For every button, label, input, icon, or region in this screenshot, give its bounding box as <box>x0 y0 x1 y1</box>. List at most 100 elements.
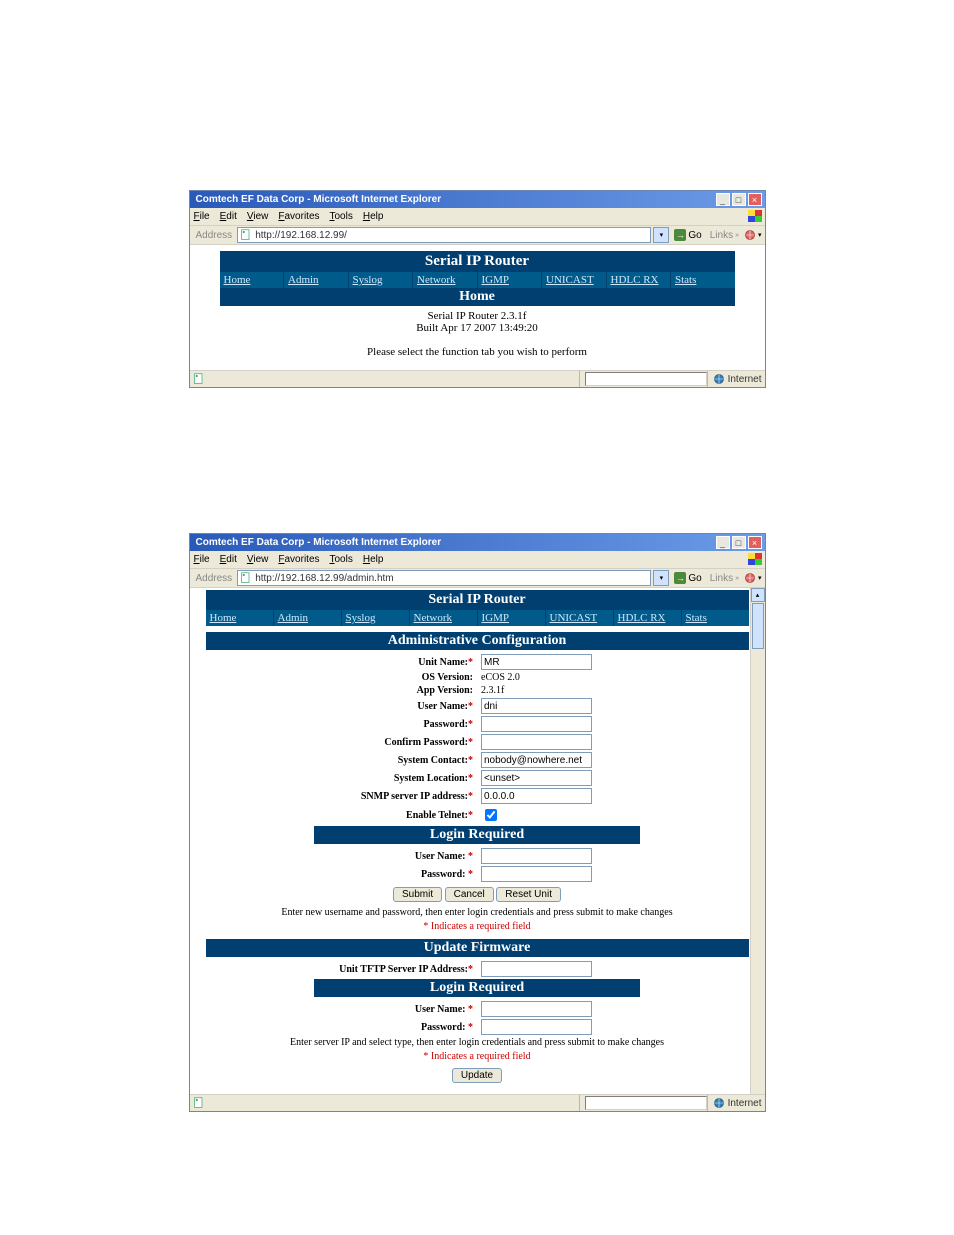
scroll-thumb[interactable] <box>752 603 764 649</box>
login-form-2: User Name: * Password: * Enter server IP… <box>206 997 749 1088</box>
login1-password-input[interactable] <box>481 866 592 882</box>
tab-stats[interactable]: Stats <box>682 610 749 626</box>
minimize-button[interactable]: _ <box>716 193 730 206</box>
close-button[interactable]: × <box>748 193 762 206</box>
menu-bar: File Edit View Favorites Tools Help <box>190 208 765 225</box>
menu-bar: File Edit View Favorites Tools Help <box>190 551 765 568</box>
system-contact-input[interactable] <box>481 752 592 768</box>
login1-user-input[interactable] <box>481 848 592 864</box>
menu-help[interactable]: Help <box>363 211 384 222</box>
menu-edit[interactable]: Edit <box>220 211 237 222</box>
zone-icon <box>713 373 725 385</box>
window-controls: _ □ × <box>716 193 762 206</box>
toolbar-overflow-icon[interactable]: ▾ <box>758 574 762 582</box>
tab-unicast[interactable]: UNICAST <box>546 610 614 626</box>
enable-telnet-checkbox[interactable] <box>485 809 497 821</box>
login2-user-input[interactable] <box>481 1001 592 1017</box>
browser-window-home: Comtech EF Data Corp - Microsoft Interne… <box>189 190 766 388</box>
cancel-button[interactable]: Cancel <box>445 887 494 902</box>
address-label: Address <box>193 230 236 241</box>
build-line: Built Apr 17 2007 13:49:20 <box>220 322 735 334</box>
menu-favorites[interactable]: Favorites <box>278 554 319 565</box>
go-arrow-icon: → <box>674 572 686 584</box>
tftp-ip-input[interactable] <box>481 961 592 977</box>
scroll-up-button[interactable]: ▴ <box>751 588 765 602</box>
firmware-form: Unit TFTP Server IP Address:* <box>206 957 749 979</box>
unit-name-input[interactable] <box>481 654 592 670</box>
page-icon <box>240 572 252 584</box>
tab-home[interactable]: Home <box>206 610 274 626</box>
user-name-label: User Name:* <box>206 701 474 712</box>
go-button[interactable]: → Go <box>671 229 704 241</box>
toolbar-globe-icon[interactable] <box>744 572 756 584</box>
password-label: Password:* <box>206 719 474 730</box>
toolbar-globe-icon[interactable] <box>744 229 756 241</box>
version-block: Serial IP Router 2.3.1f Built Apr 17 200… <box>220 306 735 362</box>
links-chevron-icon: » <box>735 575 739 582</box>
menu-file[interactable]: File <box>194 211 210 222</box>
menu-tools[interactable]: Tools <box>330 211 353 222</box>
update-button[interactable]: Update <box>452 1068 502 1083</box>
snmp-ip-input[interactable] <box>481 788 592 804</box>
address-field[interactable]: http://192.168.12.99/admin.htm <box>237 570 651 586</box>
vertical-scrollbar[interactable]: ▴ <box>750 588 765 1094</box>
address-field[interactable]: http://192.168.12.99/ <box>237 227 651 243</box>
tab-syslog[interactable]: Syslog <box>349 272 414 288</box>
app-version-label: App Version: <box>206 685 474 696</box>
section-title: Home <box>220 288 735 306</box>
reset-unit-button[interactable]: Reset Unit <box>496 887 561 902</box>
tab-igmp[interactable]: IGMP <box>478 610 546 626</box>
system-location-input[interactable] <box>481 770 592 786</box>
nav-tabs: Home Admin Syslog Network IGMP UNICAST H… <box>220 272 735 288</box>
confirm-password-label: Confirm Password:* <box>206 737 474 748</box>
menu-view[interactable]: View <box>247 211 269 222</box>
address-dropdown-button[interactable]: ▾ <box>653 570 669 586</box>
confirm-password-input[interactable] <box>481 734 592 750</box>
maximize-button[interactable]: □ <box>732 536 746 549</box>
password-input[interactable] <box>481 716 592 732</box>
address-url: http://192.168.12.99/ <box>255 230 347 241</box>
tab-home[interactable]: Home <box>220 272 285 288</box>
address-label: Address <box>193 573 236 584</box>
app-version-value: 2.3.1f <box>481 685 749 696</box>
toolbar-overflow-icon[interactable]: ▾ <box>758 231 762 239</box>
menu-file[interactable]: File <box>194 554 210 565</box>
tab-unicast[interactable]: UNICAST <box>542 272 607 288</box>
go-button[interactable]: → Go <box>671 572 704 584</box>
submit-button[interactable]: Submit <box>393 887 442 902</box>
login2-password-input[interactable] <box>481 1019 592 1035</box>
address-dropdown-button[interactable]: ▾ <box>653 227 669 243</box>
title-bar: Comtech EF Data Corp - Microsoft Interne… <box>190 534 765 551</box>
menu-tools[interactable]: Tools <box>330 554 353 565</box>
progress-indicator <box>585 1096 707 1110</box>
browser-window-admin: Comtech EF Data Corp - Microsoft Interne… <box>189 533 766 1112</box>
tab-hdlcrx[interactable]: HDLC RX <box>614 610 682 626</box>
close-button[interactable]: × <box>748 536 762 549</box>
window-controls: _ □ × <box>716 536 762 549</box>
go-arrow-icon: → <box>674 229 686 241</box>
status-bar: Internet <box>190 1094 765 1111</box>
progress-indicator <box>585 372 707 386</box>
tab-admin[interactable]: Admin <box>284 272 349 288</box>
menu-help[interactable]: Help <box>363 554 384 565</box>
tab-admin[interactable]: Admin <box>274 610 342 626</box>
tab-stats[interactable]: Stats <box>671 272 735 288</box>
tab-network[interactable]: Network <box>413 272 478 288</box>
menu-view[interactable]: View <box>247 554 269 565</box>
status-page-icon <box>193 1097 205 1109</box>
menu-edit[interactable]: Edit <box>220 554 237 565</box>
tab-network[interactable]: Network <box>410 610 478 626</box>
links-toolbar[interactable]: Links » <box>707 230 742 241</box>
tab-hdlcrx[interactable]: HDLC RX <box>607 272 672 288</box>
menu-favorites[interactable]: Favorites <box>278 211 319 222</box>
address-bar: Address http://192.168.12.99/ ▾ → Go Lin… <box>190 225 765 244</box>
user-name-input[interactable] <box>481 698 592 714</box>
tab-igmp[interactable]: IGMP <box>478 272 543 288</box>
login1-user-label: User Name: * <box>206 851 474 862</box>
login2-user-label: User Name: * <box>206 1004 474 1015</box>
maximize-button[interactable]: □ <box>732 193 746 206</box>
links-toolbar[interactable]: Links » <box>707 573 742 584</box>
unit-name-label: Unit Name:* <box>206 657 474 668</box>
minimize-button[interactable]: _ <box>716 536 730 549</box>
tab-syslog[interactable]: Syslog <box>342 610 410 626</box>
